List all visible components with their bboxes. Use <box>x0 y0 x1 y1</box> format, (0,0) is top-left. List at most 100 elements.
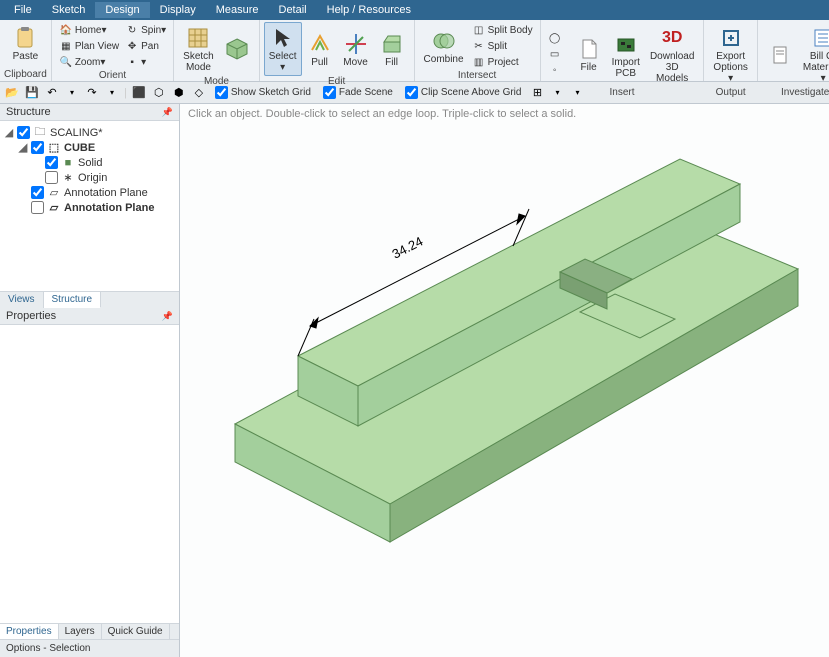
undo-icon[interactable]: ↶ <box>44 85 60 101</box>
insert-file-button[interactable]: File <box>571 33 607 76</box>
project-button[interactable]: ▥Project <box>469 54 536 70</box>
snap-drop-icon[interactable]: ▾ <box>549 85 565 101</box>
ribbon-group-mode: Sketch Mode Mode <box>174 20 260 81</box>
save-icon[interactable]: 💾 <box>24 85 40 101</box>
tree-check[interactable] <box>31 186 44 199</box>
expand-icon[interactable]: ◢ <box>4 126 14 139</box>
dropdown-icon: ▪ <box>125 55 139 69</box>
tab-views[interactable]: Views <box>0 292 44 308</box>
tree-anno1[interactable]: ▱ Annotation Plane <box>4 185 175 200</box>
origin-icon: ∗ <box>61 172 75 184</box>
tab-structure[interactable]: Structure <box>44 292 102 308</box>
point-icon: ◦ <box>548 64 562 78</box>
mode-3d-button[interactable] <box>219 33 255 65</box>
tab-layers[interactable]: Layers <box>59 624 102 639</box>
menu-design[interactable]: Design <box>95 2 149 18</box>
clip-scene-checkbox[interactable]: Clip Scene Above Grid <box>405 86 522 99</box>
left-tabs-lower: Properties Layers Quick Guide <box>0 623 179 639</box>
tree-check[interactable] <box>31 141 44 154</box>
menu-detail[interactable]: Detail <box>269 2 317 18</box>
select-button[interactable]: Select ▾ <box>264 22 302 76</box>
split-icon: ✂ <box>472 39 486 53</box>
bom-icon <box>810 25 829 51</box>
pull-button[interactable]: Pull <box>302 28 338 71</box>
split-body-button[interactable]: ◫Split Body <box>469 22 536 38</box>
view-cube-icon[interactable]: ⬛ <box>131 85 147 101</box>
export-icon <box>718 25 744 51</box>
tree-origin[interactable]: ∗ Origin <box>4 170 175 185</box>
pin-icon[interactable]: 📌 <box>162 311 173 322</box>
zoom-button[interactable]: 🔍Zoom ▾ <box>56 54 122 70</box>
view-shade-icon[interactable]: ⬢ <box>171 85 187 101</box>
spin-button[interactable]: ↻Spin ▾ <box>122 22 169 38</box>
solid-icon: ■ <box>61 157 75 169</box>
cube-icon <box>224 36 250 62</box>
pin-icon[interactable]: 📌 <box>162 107 173 118</box>
menu-help[interactable]: Help / Resources <box>317 2 421 18</box>
tree-anno2[interactable]: ▱ Annotation Plane <box>4 200 175 215</box>
view-wire-icon[interactable]: ⬡ <box>151 85 167 101</box>
tab-quick-guide[interactable]: Quick Guide <box>102 624 170 639</box>
group-label-orient: Orient <box>99 70 126 82</box>
properties-panel-header: Properties 📌 <box>0 308 179 325</box>
expand-icon[interactable]: ◢ <box>18 141 28 154</box>
tree-check[interactable] <box>17 126 30 139</box>
view-hidden-icon[interactable]: ◇ <box>191 85 207 101</box>
investigate-small-button[interactable] <box>762 39 798 71</box>
viewport-hint: Click an object. Double-click to select … <box>188 108 576 120</box>
viewport-3d[interactable]: Click an object. Double-click to select … <box>180 104 829 657</box>
open-icon[interactable]: 📂 <box>4 85 20 101</box>
sketch-mode-icon <box>185 25 211 51</box>
pan-button[interactable]: ✥Pan <box>122 38 169 54</box>
download-3d-button[interactable]: 3D Download 3D Models <box>645 22 699 87</box>
move-button[interactable]: Move <box>338 28 374 71</box>
select-icon <box>270 25 296 51</box>
fade-scene-checkbox[interactable]: Fade Scene <box>323 86 393 99</box>
tree-cube[interactable]: ◢ ⬚ CUBE <box>4 140 175 155</box>
tree-root[interactable]: ◢ 🗀 SCALING* <box>4 125 175 140</box>
model-render: 34.24 <box>180 104 825 649</box>
quick-access-bar: 📂 💾 ↶ ▾ ↷ ▾ | ⬛ ⬡ ⬢ ◇ Show Sketch Grid F… <box>0 82 829 104</box>
menu-file[interactable]: File <box>4 2 42 18</box>
bom-button[interactable]: Bill Of Materials ▾ <box>798 22 829 87</box>
tree-check[interactable] <box>45 171 58 184</box>
ribbon-group-insert: ◯ ▭ ◦ File Import PCB 3D Download 3D Mod… <box>541 20 705 81</box>
redo-icon[interactable]: ↷ <box>84 85 100 101</box>
clipboard-icon <box>767 42 793 68</box>
zoom-icon: 🔍 <box>59 55 73 69</box>
menu-sketch[interactable]: Sketch <box>42 2 96 18</box>
pan-icon: ✥ <box>125 39 139 53</box>
undo-drop-icon[interactable]: ▾ <box>64 85 80 101</box>
structure-panel-header: Structure 📌 <box>0 104 179 121</box>
home-button[interactable]: 🏠Home ▾ <box>56 22 122 38</box>
snap-icon[interactable]: ⊞ <box>529 85 545 101</box>
tab-properties[interactable]: Properties <box>0 624 59 639</box>
spin-icon: ↻ <box>125 23 139 37</box>
redo-drop-icon[interactable]: ▾ <box>104 85 120 101</box>
paste-button[interactable]: Paste <box>7 22 43 65</box>
tree-solid[interactable]: ■ Solid <box>4 155 175 170</box>
group-label-intersect: Intersect <box>458 70 496 82</box>
options-panel-header[interactable]: Options - Selection <box>0 639 179 657</box>
fill-button[interactable]: Fill <box>374 28 410 71</box>
menu-display[interactable]: Display <box>150 2 206 18</box>
plan-view-button[interactable]: ▦Plan View <box>56 38 122 54</box>
insert-small-3[interactable]: ◦ <box>545 63 567 79</box>
sketch-mode-button[interactable]: Sketch Mode <box>178 22 219 76</box>
split-button[interactable]: ✂Split <box>469 38 536 54</box>
export-options-button[interactable]: Export Options ▾ <box>708 22 752 87</box>
plane-icon: ▱ <box>47 187 61 199</box>
part-icon: ⬚ <box>47 142 61 154</box>
menu-measure[interactable]: Measure <box>206 2 269 18</box>
insert-small-1[interactable]: ◯ <box>545 31 567 47</box>
tree-check[interactable] <box>31 201 44 214</box>
import-pcb-button[interactable]: Import PCB <box>607 28 645 82</box>
extra-drop-icon[interactable]: ▾ <box>569 85 585 101</box>
show-sketch-grid-checkbox[interactable]: Show Sketch Grid <box>215 86 311 99</box>
tree-check[interactable] <box>45 156 58 169</box>
combine-button[interactable]: Combine <box>419 25 469 68</box>
plane-icon: ▱ <box>47 202 61 214</box>
pull-icon <box>307 31 333 57</box>
insert-small-2[interactable]: ▭ <box>545 47 567 63</box>
orient-extra-button[interactable]: ▪ ▾ <box>122 54 169 70</box>
